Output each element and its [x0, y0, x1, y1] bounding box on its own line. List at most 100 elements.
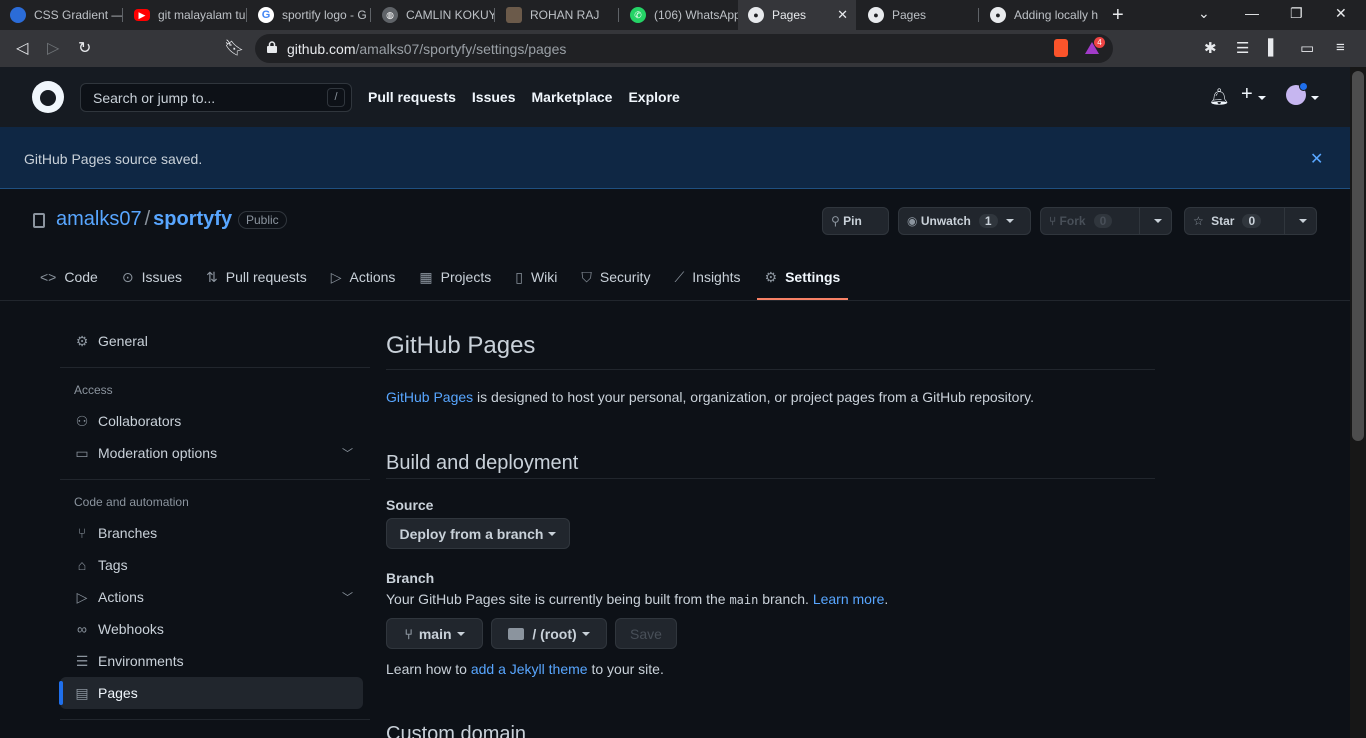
flash-close-icon[interactable]: ✕: [1310, 149, 1323, 169]
source-select[interactable]: Deploy from a branch: [386, 518, 570, 549]
tab-title: sportify logo - G: [282, 8, 367, 22]
people-icon: ⚇: [75, 412, 89, 429]
sidebar-item-collaborators[interactable]: ⚇ Collaborators: [60, 405, 363, 437]
branch-icon: ⑂: [77, 525, 87, 541]
brave-shield-icon[interactable]: [1054, 39, 1068, 57]
caret-down-icon: [548, 531, 557, 536]
tab-issues[interactable]: ⊙ Issues: [114, 256, 190, 298]
star-count: 0: [1242, 214, 1262, 228]
wallet-icon[interactable]: ▭: [1300, 39, 1314, 57]
sidebar-heading-access: Access: [74, 383, 113, 397]
star-icon: ☆: [1193, 214, 1204, 228]
repo-owner-link[interactable]: amalks07: [56, 208, 142, 230]
jekyll-theme-link[interactable]: add a Jekyll theme: [471, 661, 588, 677]
tab-projects[interactable]: ▦ Projects: [411, 256, 499, 298]
restore-icon[interactable]: ❐: [1290, 5, 1303, 22]
flash-message: GitHub Pages source saved.: [24, 151, 203, 167]
forward-icon[interactable]: ▷: [47, 38, 59, 58]
sidebar-item-label: Webhooks: [98, 621, 164, 637]
profile-icon: [506, 7, 522, 23]
tab-title: Pages: [772, 8, 807, 22]
nav-pull-requests[interactable]: Pull requests: [368, 89, 456, 105]
youtube-icon: ▶: [134, 9, 150, 21]
sidebar-icon[interactable]: ▌: [1268, 39, 1279, 56]
search-input[interactable]: Search or jump to... /: [80, 83, 352, 112]
minimize-icon[interactable]: —: [1245, 5, 1259, 21]
sidebar-item-environments[interactable]: ☰ Environments: [60, 645, 363, 677]
nav-issues[interactable]: Issues: [472, 89, 516, 105]
sidebar-item-tags[interactable]: ⌂ Tags: [60, 549, 363, 581]
browser-tab[interactable]: ROHAN RAJ: [496, 0, 618, 30]
tab-settings[interactable]: ⚙ Settings: [756, 256, 849, 300]
new-tab-icon[interactable]: +: [1112, 4, 1124, 27]
browser-tab[interactable]: CSS Gradient —: [0, 0, 122, 30]
repo-name-link[interactable]: sportyfy: [153, 208, 232, 230]
brave-rewards-icon[interactable]: 4: [1085, 37, 1105, 55]
tab-wiki[interactable]: ▯ Wiki: [507, 256, 565, 298]
bookmark-icon[interactable]: 🔖︎: [224, 38, 244, 58]
tab-search-icon[interactable]: ⌄: [1198, 5, 1210, 22]
tab-pull-requests[interactable]: ⇅ Pull requests: [198, 256, 315, 298]
book-icon: ▯: [515, 268, 523, 285]
window-close-icon[interactable]: ✕: [1335, 5, 1347, 22]
tab-security[interactable]: ⛉ Security: [573, 256, 658, 298]
chevron-down-icon: ﹀: [342, 592, 353, 604]
sidebar-item-pages[interactable]: ▤ Pages: [59, 677, 363, 709]
sidebar-item-webhooks[interactable]: ∞ Webhooks: [60, 613, 363, 645]
browser-tab[interactable]: ● Adding locally h: [980, 0, 1098, 30]
pull-request-icon: ⇅: [206, 268, 218, 285]
back-icon[interactable]: ◁: [16, 38, 28, 58]
sidebar-item-actions[interactable]: ▷ Actions ﹀: [60, 581, 363, 613]
create-new-icon[interactable]: +: [1241, 83, 1266, 106]
browser-tab[interactable]: ◍ CAMLIN KOKUY: [372, 0, 494, 30]
pages-description: GitHub Pages is designed to host your pe…: [386, 389, 1034, 405]
browser-tab[interactable]: G sportify logo - G: [248, 0, 370, 30]
repo-icon: [33, 213, 45, 228]
fork-button[interactable]: ⑂ Fork 0: [1040, 207, 1172, 235]
sidebar-item-general[interactable]: ⚙ General: [60, 325, 363, 357]
eye-icon: ◉: [907, 214, 918, 228]
star-button[interactable]: ☆ Star 0: [1184, 207, 1317, 235]
learn-more-link[interactable]: Learn more: [813, 591, 885, 607]
fork-icon: ⑂: [1049, 214, 1057, 228]
nav-marketplace[interactable]: Marketplace: [532, 89, 613, 105]
avatar[interactable]: [1286, 82, 1308, 105]
browser-tab[interactable]: ● Pages: [858, 0, 978, 30]
page-scrollbar[interactable]: [1350, 67, 1366, 738]
watch-button[interactable]: ◉ Unwatch 1: [898, 207, 1031, 235]
whatsapp-icon: ✆: [630, 7, 646, 23]
reload-icon[interactable]: ↻: [78, 38, 91, 58]
address-bar[interactable]: github.com/amalks07/sportyfy/settings/pa…: [255, 34, 1113, 63]
menu-icon[interactable]: ≡: [1336, 39, 1345, 56]
sidebar-item-label: Branches: [98, 525, 158, 541]
github-pages-link[interactable]: GitHub Pages: [386, 389, 473, 405]
branch-select[interactable]: ⑂ main: [386, 618, 483, 649]
browser-tab[interactable]: ▶ git malayalam tu: [124, 0, 246, 30]
tab-code[interactable]: <> Code: [32, 256, 106, 298]
folder-select[interactable]: / (root): [491, 618, 607, 649]
playlist-icon[interactable]: ☰: [1236, 39, 1249, 57]
sidebar-item-moderation[interactable]: ▭ Moderation options ﹀: [60, 437, 363, 469]
browser-tab[interactable]: ✆ (106) WhatsApp: [620, 0, 738, 30]
webhook-icon: ∞: [77, 621, 87, 637]
github-icon: ●: [748, 7, 764, 23]
avatar-dropdown-icon[interactable]: [1311, 96, 1319, 100]
rewards-badge: 4: [1094, 37, 1105, 48]
fork-count: 0: [1093, 214, 1113, 228]
bell-icon[interactable]: 🔔︎: [1209, 87, 1229, 107]
browser-tab-active[interactable]: ● Pages ✕: [738, 0, 856, 30]
browser-toolbar: ◁ ▷ ↻ 🔖︎ github.com/amalks07/sportyfy/se…: [0, 30, 1366, 67]
save-button[interactable]: Save: [615, 618, 677, 649]
pin-button[interactable]: ⚲ Pin: [822, 207, 889, 235]
tab-title: Pages: [892, 8, 927, 22]
lock-icon: [267, 41, 277, 53]
close-tab-icon[interactable]: ✕: [837, 7, 848, 23]
extensions-icon[interactable]: ✱: [1204, 39, 1217, 57]
tab-actions[interactable]: ▷ Actions: [323, 256, 404, 298]
github-logo-icon[interactable]: [32, 81, 64, 113]
google-icon: G: [258, 7, 274, 23]
gear-icon: ⚙: [764, 268, 778, 285]
tab-insights[interactable]: ⟋ Insights: [666, 256, 748, 298]
sidebar-item-branches[interactable]: ⑂ Branches: [60, 517, 363, 549]
nav-explore[interactable]: Explore: [628, 89, 679, 105]
